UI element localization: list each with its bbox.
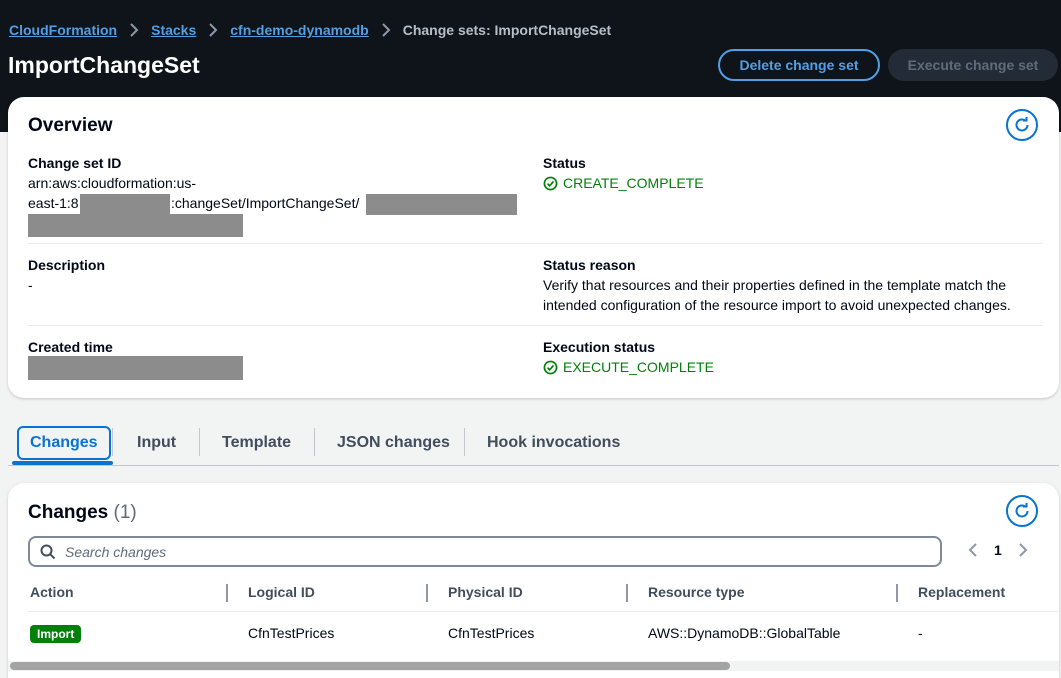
tab-separator [314,428,315,456]
chevron-right-icon [129,23,139,37]
cell-replacement: - [918,625,923,641]
column-resizer[interactable] [426,584,428,602]
tab-input[interactable]: Input [137,426,176,460]
breadcrumb: CloudFormation Stacks cfn-demo-dynamodb … [9,22,611,38]
page-number[interactable]: 1 [994,542,1002,558]
description-value: - [28,277,33,293]
column-header-physical-id[interactable]: Physical ID [448,584,523,600]
tab-changes[interactable]: Changes [17,426,111,460]
breadcrumb-cloudformation[interactable]: CloudFormation [9,22,117,38]
tab-bar-baseline [8,465,1059,466]
column-header-replacement[interactable]: Replacement [918,584,1005,600]
pagination: 1 [968,542,1028,558]
execution-status-label: Execution status [543,339,656,355]
status-reason-line2: intended configuration of the resource i… [543,297,1011,313]
column-header-logical-id[interactable]: Logical ID [248,584,315,600]
breadcrumb-stack-name[interactable]: cfn-demo-dynamodb [230,22,368,38]
redacted-change-set-id-line3 [28,214,243,237]
column-resizer[interactable] [226,584,228,602]
overview-divider-1 [28,243,1043,244]
refresh-icon [1015,117,1029,132]
chevron-right-icon[interactable] [1018,543,1028,557]
column-resizer[interactable] [896,584,898,602]
created-time-label: Created time [28,339,113,355]
overview-panel: Overview Change set ID arn:aws:cloudform… [8,97,1059,398]
column-header-resource-type[interactable]: Resource type [648,584,744,600]
overview-divider-2 [28,325,1043,326]
status-positive-icon [543,176,558,190]
tab-template[interactable]: Template [222,426,291,460]
search-icon [40,544,56,559]
chevron-right-icon [208,23,218,37]
cell-physical-id: CfnTestPrices [448,625,535,641]
refresh-overview-button[interactable] [1006,109,1038,141]
status-positive-icon [543,360,558,374]
change-set-id-label: Change set ID [28,155,122,171]
change-set-id-line2b: :changeSet/ImportChangeSet/ [171,195,360,211]
cell-logical-id: CfnTestPrices [248,625,335,641]
redacted-account-id [80,194,170,214]
tab-bar: Changes Input Template JSON changes Hook… [8,420,1059,466]
changes-title-text: Changes [28,502,109,523]
table-header-divider [28,611,1059,612]
tab-separator [464,428,465,456]
status-text: CREATE_COMPLETE [563,175,704,191]
execution-status-value: EXECUTE_COMPLETE [543,359,714,375]
execution-status-text: EXECUTE_COMPLETE [563,359,714,375]
search-changes-input[interactable] [65,543,905,560]
tab-separator [112,428,113,456]
column-resizer[interactable] [626,584,628,602]
status-reason-label: Status reason [543,257,636,273]
chevron-right-icon [381,23,391,37]
page-title: ImportChangeSet [8,52,200,78]
tab-json-changes[interactable]: JSON changes [337,426,450,460]
changes-title: Changes (1) [28,502,137,524]
tab-hook-invocations[interactable]: Hook invocations [487,426,620,460]
status-reason-line1: Verify that resources and their properti… [543,277,1007,293]
refresh-icon [1015,503,1029,518]
redacted-change-set-id [366,194,517,215]
execute-change-set-button[interactable]: Execute change set [888,49,1058,81]
refresh-changes-button[interactable] [1006,495,1038,527]
change-set-id-line2a: east-1:8 [28,195,79,211]
cell-resource-type: AWS::DynamoDB::GlobalTable [648,625,841,641]
horizontal-scrollbar-thumb[interactable] [10,662,730,670]
column-header-action[interactable]: Action [30,584,74,600]
change-set-id-line1: arn:aws:cloudformation:us- [28,175,197,191]
breadcrumb-current: Change sets: ImportChangeSet [402,22,612,38]
action-badge: Import [30,625,82,643]
tab-separator [199,428,200,456]
changes-panel: Changes (1) 1 Action Logical ID Physical… [8,483,1059,678]
status-value: CREATE_COMPLETE [543,175,704,191]
redacted-created-time [28,356,243,380]
breadcrumb-stacks[interactable]: Stacks [151,22,196,38]
delete-change-set-button[interactable]: Delete change set [718,49,880,81]
overview-title: Overview [28,115,113,136]
changes-count: (1) [113,502,137,523]
search-changes-field[interactable] [28,536,942,567]
chevron-left-icon[interactable] [968,543,978,557]
status-label: Status [543,155,586,171]
description-label: Description [28,257,106,273]
